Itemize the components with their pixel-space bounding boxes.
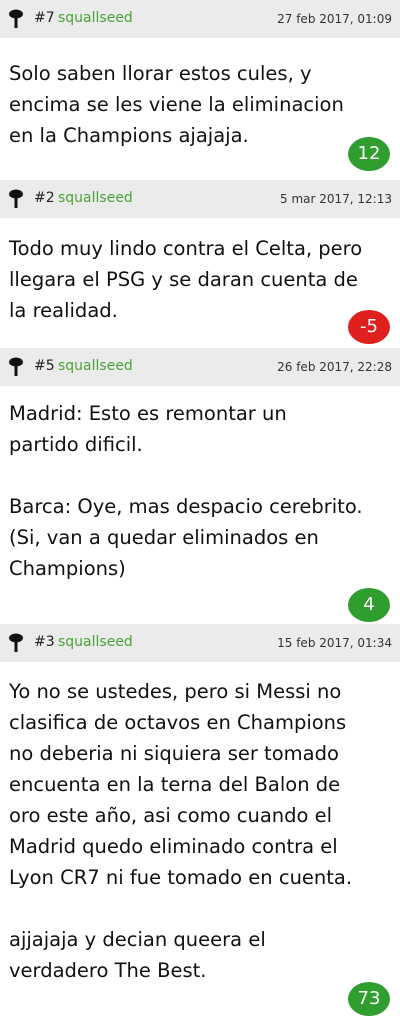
comment-number: #2 (34, 190, 55, 206)
comment-number: #3 (34, 634, 55, 650)
comment-username[interactable]: squallseed (58, 10, 133, 26)
pushpin-icon (9, 9, 23, 28)
comment: #7 squallseed 27 feb 2017, 01:09 Solo sa… (0, 0, 400, 180)
comment-body: Todo muy lindo contra el Celta, pero lleg… (0, 218, 400, 348)
comment-text: Todo muy lindo contra el Celta, pero lleg… (9, 237, 363, 322)
pushpin-icon (9, 633, 23, 652)
comment-number: #5 (34, 358, 55, 374)
score-badge[interactable]: -5 (348, 310, 390, 344)
comment-username[interactable]: squallseed (58, 358, 133, 374)
comment-date: 27 feb 2017, 01:09 (277, 12, 392, 26)
comment-date: 15 feb 2017, 01:34 (277, 636, 392, 650)
comment-header: #3 squallseed 15 feb 2017, 01:34 (0, 624, 400, 662)
comment-number: #7 (34, 10, 55, 26)
comment-date: 26 feb 2017, 22:28 (277, 360, 392, 374)
comment-username[interactable]: squallseed (58, 190, 133, 206)
comment-text: Solo saben llorar estos cules, y encima s… (9, 62, 344, 147)
comment: #2 squallseed 5 mar 2017, 12:13 Todo muy… (0, 180, 400, 348)
score-badge[interactable]: 4 (348, 588, 390, 622)
score-badge[interactable]: 12 (348, 137, 390, 171)
comment-header: #2 squallseed 5 mar 2017, 12:13 (0, 180, 400, 218)
comment-date: 5 mar 2017, 12:13 (280, 192, 392, 206)
comment-body: Solo saben llorar estos cules, y encima s… (0, 38, 400, 180)
comment: #3 squallseed 15 feb 2017, 01:34 Yo no s… (0, 624, 400, 1028)
comment-header: #7 squallseed 27 feb 2017, 01:09 (0, 0, 400, 38)
score-badge[interactable]: 73 (348, 982, 390, 1016)
pushpin-icon (9, 189, 23, 208)
comment-body: Madrid: Esto es remontar un partido dific… (0, 386, 400, 624)
comment-header: #5 squallseed 26 feb 2017, 22:28 (0, 348, 400, 386)
comment-body: Yo no se ustedes, pero si Messi no clasif… (0, 662, 400, 1028)
pushpin-icon (9, 357, 23, 376)
comment-text: Madrid: Esto es remontar un partido dific… (9, 402, 363, 580)
comment-text: Yo no se ustedes, pero si Messi no clasif… (9, 680, 353, 982)
comment-username[interactable]: squallseed (58, 634, 133, 650)
comment: #5 squallseed 26 feb 2017, 22:28 Madrid:… (0, 348, 400, 624)
